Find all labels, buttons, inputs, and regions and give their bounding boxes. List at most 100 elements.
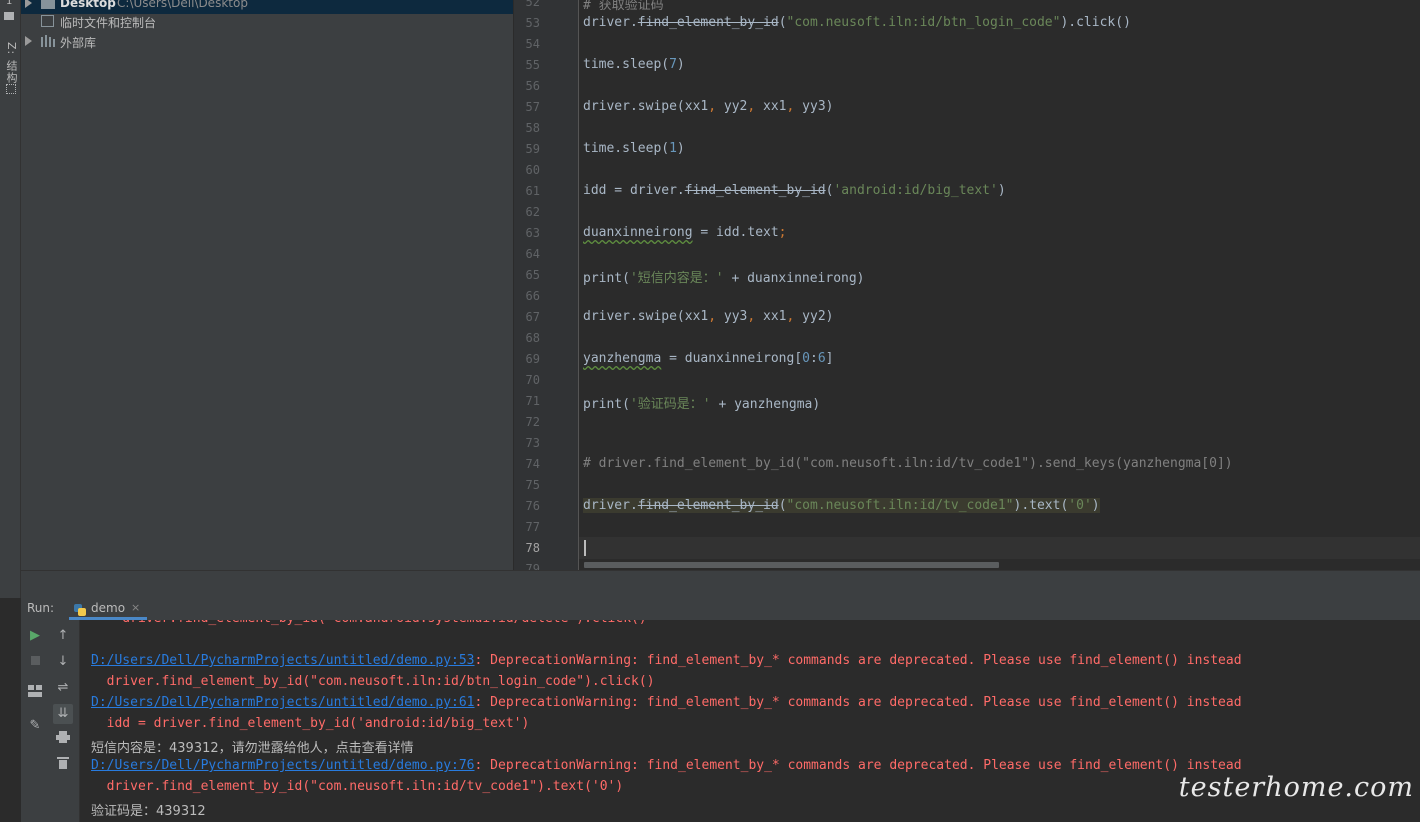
line-number: 65 <box>525 268 540 282</box>
console-file-link[interactable]: D:/Users/Dell/PycharmProjects/untitled/d… <box>91 653 475 668</box>
project-item-path: C:\Users\Dell\Desktop <box>117 0 248 10</box>
structure-icon <box>6 84 16 94</box>
run-label: Run: <box>27 601 55 615</box>
line-number: 69 <box>525 352 540 366</box>
console-text: : DeprecationWarning: find_element_by_* … <box>474 695 1242 710</box>
scratches-icon <box>41 15 54 27</box>
code-line[interactable]: time.sleep(7) <box>583 57 685 72</box>
line-number: 54 <box>525 37 540 51</box>
line-number: 77 <box>525 520 540 534</box>
project-item-name: Desktop <box>60 0 116 10</box>
code-line[interactable]: print('验证码是：' + yanzhengma) <box>583 393 820 412</box>
close-icon[interactable]: × <box>131 601 140 614</box>
line-number: 61 <box>525 184 540 198</box>
line-number: 55 <box>525 58 540 72</box>
line-number: 72 <box>525 415 540 429</box>
code-line[interactable]: time.sleep(1) <box>583 141 685 156</box>
console-line: driver.find_element_by_id("com.neusoft.i… <box>91 779 624 794</box>
code-line[interactable]: driver.find_element_by_id("com.neusoft.i… <box>583 15 1131 30</box>
console-file-link[interactable]: D:/Users/Dell/PycharmProjects/untitled/d… <box>91 758 475 773</box>
code-editor[interactable]: 52 53 54 55 56 57 58 59 60 61 62 63 64 6… <box>514 0 1420 576</box>
console-text: idd = driver.find_element_by_id('android… <box>91 716 530 731</box>
line-number: 64 <box>525 247 540 261</box>
scroll-to-end-icon[interactable]: ⇊ <box>53 704 73 724</box>
console-text: 短信内容是：439312，请勿泄露给他人，点击查看详情 <box>91 741 414 756</box>
folder-icon <box>41 0 55 9</box>
line-number: 58 <box>525 121 540 135</box>
rerun-icon[interactable]: ▶ <box>25 626 45 646</box>
code-line[interactable]: idd = driver.find_element_by_id('android… <box>583 183 1006 198</box>
code-line[interactable]: # driver.find_element_by_id("com.neusoft… <box>583 456 1233 471</box>
trash-icon[interactable] <box>53 756 73 776</box>
horizontal-scrollbar[interactable] <box>584 562 999 568</box>
console-text: driver.find_element_by_id("com.android.s… <box>91 620 646 626</box>
code-line[interactable]: driver.find_element_by_id("com.neusoft.i… <box>583 498 1100 513</box>
up-arrow-icon[interactable]: ↑ <box>53 626 73 646</box>
layout-icon[interactable] <box>25 684 45 704</box>
console-file-link[interactable]: D:/Users/Dell/PycharmProjects/untitled/d… <box>91 695 475 710</box>
line-number: 78 <box>525 541 540 555</box>
line-number: 52 <box>525 0 540 9</box>
console-line: D:/Users/Dell/PycharmProjects/untitled/d… <box>91 695 1242 710</box>
down-arrow-icon[interactable]: ↓ <box>53 652 73 672</box>
line-number: 73 <box>525 436 540 450</box>
structure-tool-tab[interactable]: Z: 结构 <box>3 42 19 84</box>
run-tab-name: demo <box>91 601 126 615</box>
panel-divider[interactable] <box>21 570 1420 599</box>
run-panel-header: Run: demo × <box>21 598 1420 621</box>
console-line: driver.find_element_by_id("com.android.s… <box>91 620 646 626</box>
console-text: driver.find_element_by_id("com.neusoft.i… <box>91 779 624 794</box>
line-number: 74 <box>525 457 540 471</box>
code-line[interactable]: driver.swipe(xx1, yy3, xx1, yy2) <box>583 309 833 324</box>
console-text: 验证码是：439312 <box>91 804 206 819</box>
line-number: 68 <box>525 331 540 345</box>
left-tool-strip: 1 Z: 结构 <box>0 0 21 598</box>
project-item-name: 外部库 <box>60 36 97 50</box>
line-number: 53 <box>525 16 540 30</box>
library-icon <box>41 35 55 47</box>
expand-arrow-icon[interactable] <box>25 0 32 8</box>
code-line[interactable]: driver.swipe(xx1, yy2, xx1, yy3) <box>583 99 833 114</box>
soft-wrap-icon[interactable]: ⇌ <box>53 678 73 698</box>
line-number: 63 <box>525 226 540 240</box>
project-tab-number: 1 <box>6 0 13 7</box>
expand-arrow-icon[interactable] <box>25 36 32 46</box>
code-line[interactable]: duanxinneirong = idd.text; <box>583 225 787 240</box>
print-icon[interactable] <box>53 730 73 750</box>
console-text: : DeprecationWarning: find_element_by_* … <box>474 758 1242 773</box>
project-item-name: 临时文件和控制台 <box>60 16 157 30</box>
console-line: 短信内容是：439312，请勿泄露给他人，点击查看详情 <box>91 737 414 756</box>
project-item-scratches[interactable]: 临时文件和控制台 <box>21 12 513 32</box>
line-number: 62 <box>525 205 540 219</box>
console-line: 验证码是：439312 <box>91 800 206 819</box>
code-line[interactable]: # 获取验证码 <box>583 0 664 13</box>
console-text: : DeprecationWarning: find_element_by_* … <box>474 653 1242 668</box>
pin-icon[interactable]: ✎ <box>25 716 45 736</box>
console-line: D:/Users/Dell/PycharmProjects/untitled/d… <box>91 653 1242 668</box>
line-number: 70 <box>525 373 540 387</box>
line-number: 76 <box>525 499 540 513</box>
console-text: driver.find_element_by_id("com.neusoft.i… <box>91 674 655 689</box>
line-number: 60 <box>525 163 540 177</box>
line-number: 59 <box>525 142 540 156</box>
line-number: 66 <box>525 289 540 303</box>
stop-icon[interactable] <box>25 652 45 672</box>
console-line: idd = driver.find_element_by_id('android… <box>91 716 530 731</box>
run-toolbar: ▶ ✎ ↑ ↓ ⇌ ⇊ <box>21 620 80 822</box>
line-number: 75 <box>525 478 540 492</box>
line-number: 56 <box>525 79 540 93</box>
console-line: driver.find_element_by_id("com.neusoft.i… <box>91 674 655 689</box>
line-number: 57 <box>525 100 540 114</box>
line-number: 71 <box>525 394 540 408</box>
current-line-highlight <box>579 537 1420 559</box>
folder-icon <box>4 12 14 20</box>
text-caret <box>584 540 586 556</box>
project-panel: Desktop C:\Users\Dell\Desktop 临时文件和控制台 外… <box>21 0 513 598</box>
watermark: testerhome.com <box>1178 772 1414 803</box>
code-line[interactable]: print('短信内容是：' + duanxinneirong) <box>583 267 865 286</box>
run-tab-demo[interactable]: demo × <box>69 598 147 620</box>
line-number: 67 <box>525 310 540 324</box>
console-line: D:/Users/Dell/PycharmProjects/untitled/d… <box>91 758 1242 773</box>
project-item-external-libraries[interactable]: 外部库 <box>21 32 513 52</box>
code-line[interactable]: yanzhengma = duanxinneirong[0:6] <box>583 351 833 366</box>
